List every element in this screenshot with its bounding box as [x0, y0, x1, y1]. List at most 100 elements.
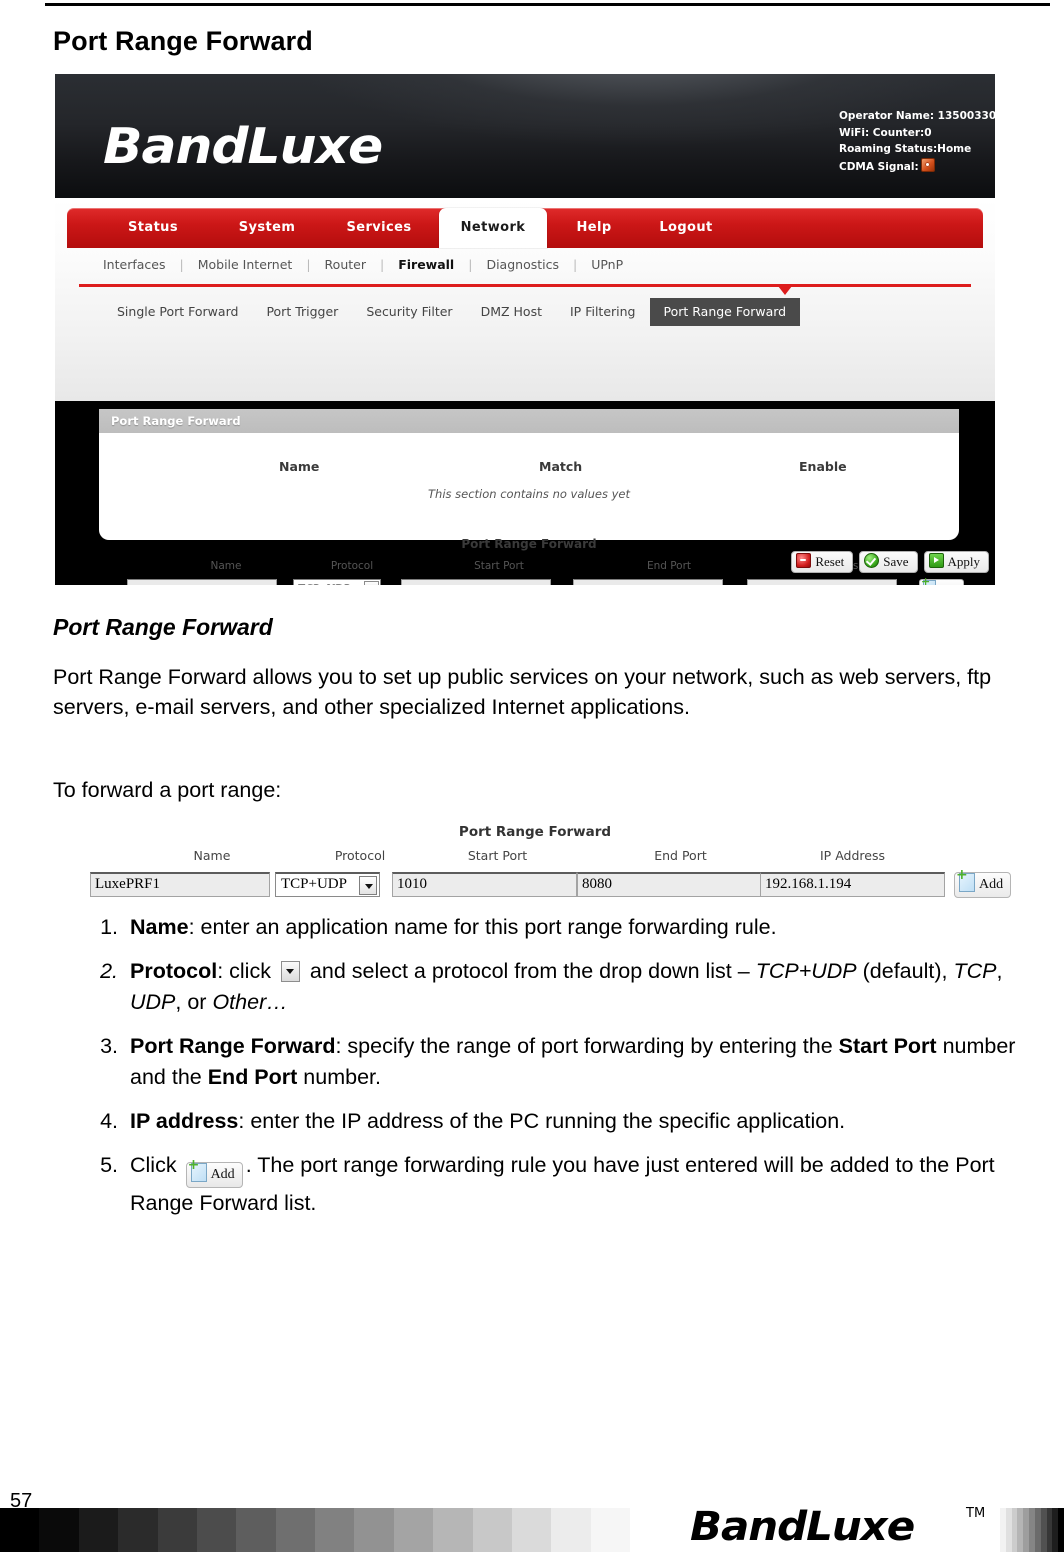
reset-button[interactable]: Reset [791, 551, 854, 573]
chevron-down-icon[interactable] [364, 581, 379, 585]
signal-icon [920, 157, 935, 172]
add-rule-form-title: Port Range Forward [461, 537, 597, 551]
list-item: 3. Port Range Forward: specify the range … [88, 1031, 1018, 1093]
figure-input-ip-address[interactable]: 192.168.1.194 [760, 872, 945, 897]
instruction-lead-in: To forward a port range: [53, 778, 282, 802]
step-number: 5. [100, 1153, 118, 1177]
input-ip-address[interactable] [747, 579, 897, 585]
step-text: Click [130, 1153, 183, 1177]
figure-add-button[interactable]: Add [954, 868, 1012, 898]
tab-dmz-host[interactable]: DMZ Host [467, 298, 556, 326]
step-term: IP address [130, 1109, 239, 1133]
step-text: (default), [856, 959, 954, 983]
figure-input-start-port[interactable]: 1010 [392, 872, 577, 897]
add-button[interactable]: Add [919, 576, 964, 585]
subnav-diagnostics[interactable]: Diagnostics [472, 257, 573, 272]
subnav-router[interactable]: Router [311, 257, 380, 272]
device-status-info: Operator Name: 13500330 WiFi: Counter:0 … [839, 108, 995, 175]
save-icon [864, 553, 880, 568]
tab-ip-filtering[interactable]: IP Filtering [556, 298, 650, 326]
tab-port-range-forward[interactable]: Port Range Forward [649, 298, 801, 326]
step-text: : specify the range of port forwarding b… [335, 1034, 839, 1058]
router-navigation-block: Status System Services Network Help Logo… [55, 198, 995, 401]
nav-tab-status[interactable]: Status [103, 208, 203, 248]
figure-label-start-port: Start Port [467, 848, 528, 863]
step-emphasis-end-port: End Port [207, 1065, 298, 1089]
roaming-status-line: Roaming Status:Home [839, 143, 972, 155]
input-start-port[interactable] [401, 579, 551, 585]
apply-button[interactable]: Apply [923, 551, 989, 573]
subnav-interfaces[interactable]: Interfaces [67, 257, 179, 272]
filled-form-figure: Port Range Forward Name Protocol Start P… [60, 820, 1012, 906]
panel-action-buttons: Reset Save Apply [785, 551, 989, 573]
figure-label-end-port: End Port [654, 848, 707, 863]
firewall-tab-row: Single Port Forward Port Trigger Security … [67, 298, 983, 326]
figure-select-protocol[interactable]: TCP+UDP [275, 872, 380, 897]
chevron-down-icon[interactable] [359, 876, 377, 895]
inline-add-button-icon: Add [185, 1158, 243, 1188]
chevron-down-icon [280, 961, 300, 982]
new-document-icon [956, 868, 975, 892]
nav-tab-services[interactable]: Services [329, 208, 429, 248]
tab-security-filter[interactable]: Security Filter [352, 298, 466, 326]
step-term: Name [130, 915, 189, 939]
protocol-option-tcpudp: TCP+UDP [755, 959, 857, 983]
tab-port-trigger[interactable]: Port Trigger [252, 298, 352, 326]
subnav-upnp[interactable]: UPnP [577, 257, 637, 272]
step-emphasis-start-port: Start Port [838, 1034, 937, 1058]
select-protocol[interactable]: TCP+UDP [293, 579, 381, 585]
figure-input-end-port[interactable]: 8080 [577, 872, 762, 897]
footer-gradient-bar-right [1000, 1508, 1064, 1552]
router-content-area: Port Range Forward Name Match Enable Thi… [55, 401, 995, 585]
footer-gradient-bar [0, 1508, 630, 1552]
figure-form-title: Port Range Forward [458, 824, 612, 840]
subnav-firewall[interactable]: Firewall [384, 257, 468, 272]
step-text: : enter the IP address of the PC running… [238, 1109, 846, 1133]
subnav-mobile-internet[interactable]: Mobile Internet [184, 257, 307, 272]
cdma-signal-line: CDMA Signal: [839, 157, 995, 176]
figure-label-ip-address: IP Address [820, 848, 885, 863]
label-end-port: End Port [646, 560, 692, 572]
reset-icon [796, 553, 812, 568]
col-header-match: Match [539, 459, 583, 474]
step-number: 3. [100, 1034, 118, 1058]
input-end-port[interactable] [573, 579, 723, 585]
router-header-banner: BandLuxe Operator Name: 13500330 WiFi: C… [55, 74, 995, 198]
col-header-name: Name [279, 459, 320, 474]
nav-tab-network[interactable]: Network [439, 208, 547, 248]
page-title: Port Range Forward [53, 26, 313, 56]
label-name: Name [210, 560, 242, 572]
figure-select-protocol-value: TCP+UDP [281, 876, 347, 892]
list-item: 5. Click Add. The port range forwarding r… [88, 1150, 1018, 1219]
nav-tab-logout[interactable]: Logout [641, 208, 731, 248]
label-start-port: Start Port [474, 560, 524, 572]
reset-button-label: Reset [815, 554, 845, 569]
step-text: . The port range forwarding rule you hav… [130, 1153, 995, 1215]
nav-tab-help[interactable]: Help [555, 208, 633, 248]
nav-tab-system[interactable]: System [217, 208, 317, 248]
step-number: 4. [100, 1109, 118, 1133]
bandluxe-logo: BandLuxe [103, 118, 383, 175]
step-number: 1. [100, 915, 118, 939]
trademark-symbol: TM [966, 1506, 986, 1521]
operator-name-line: Operator Name: 13500330 [839, 110, 995, 122]
tab-single-port-forward[interactable]: Single Port Forward [103, 298, 252, 326]
main-nav-bar: Status System Services Network Help Logo… [67, 208, 983, 248]
step-text: , [996, 959, 1003, 983]
list-item: 2. Protocol: click and select a protocol … [88, 956, 1018, 1018]
figure-add-button-label: Add [979, 877, 1004, 892]
cdma-signal-label: CDMA Signal: [839, 160, 919, 173]
select-protocol-value: TCP+UDP [298, 581, 351, 585]
list-item: 4. IP address: enter the IP address of th… [88, 1106, 1018, 1137]
step-text: number. [297, 1065, 381, 1089]
save-button[interactable]: Save [859, 551, 918, 573]
new-document-icon [188, 1158, 207, 1182]
label-protocol: Protocol [330, 560, 374, 572]
inline-add-label: Add [210, 1167, 235, 1182]
apply-button-label: Apply [947, 554, 981, 569]
empty-state-message: This section contains no values yet [428, 487, 630, 501]
port-range-forward-panel: Port Range Forward Name Match Enable Thi… [99, 409, 964, 585]
figure-input-name[interactable]: LuxePRF1 [90, 872, 270, 897]
step-term: Port Range Forward [130, 1034, 336, 1058]
input-name[interactable] [127, 579, 277, 585]
